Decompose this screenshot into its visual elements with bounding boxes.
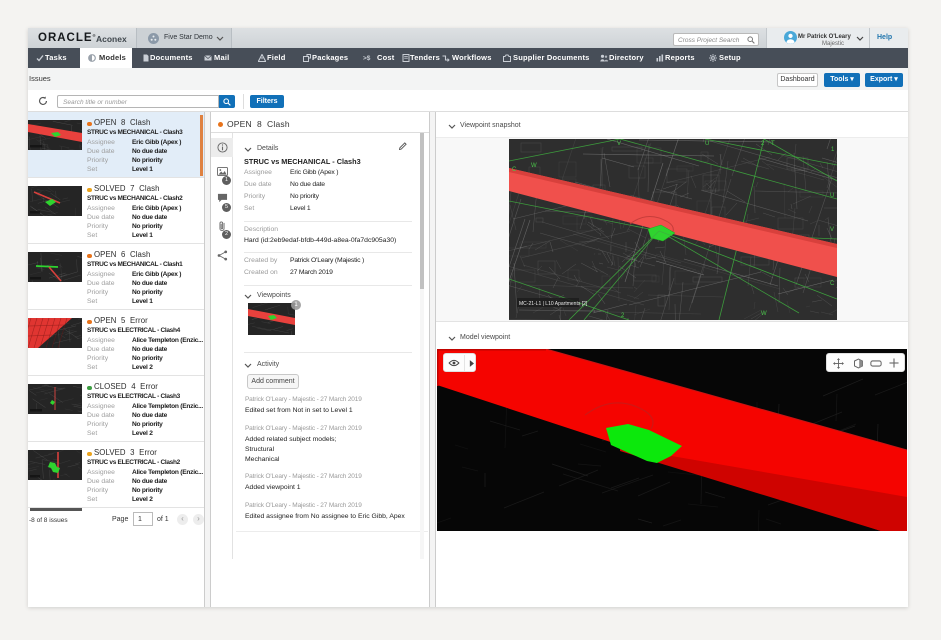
- svg-text:MC-21-L1 | L10 Apartments [2]: MC-21-L1 | L10 Apartments [2]: [519, 301, 588, 307]
- svg-text:U: U: [830, 193, 834, 199]
- svg-text:U: U: [705, 141, 709, 147]
- svg-text:T: T: [771, 141, 775, 147]
- svg-text:W: W: [531, 163, 537, 169]
- svg-text:V: V: [617, 141, 621, 147]
- svg-text:C: C: [830, 281, 835, 287]
- svg-text:C: C: [512, 167, 517, 173]
- svg-text:W: W: [761, 311, 767, 317]
- svg-text:V: V: [830, 227, 834, 233]
